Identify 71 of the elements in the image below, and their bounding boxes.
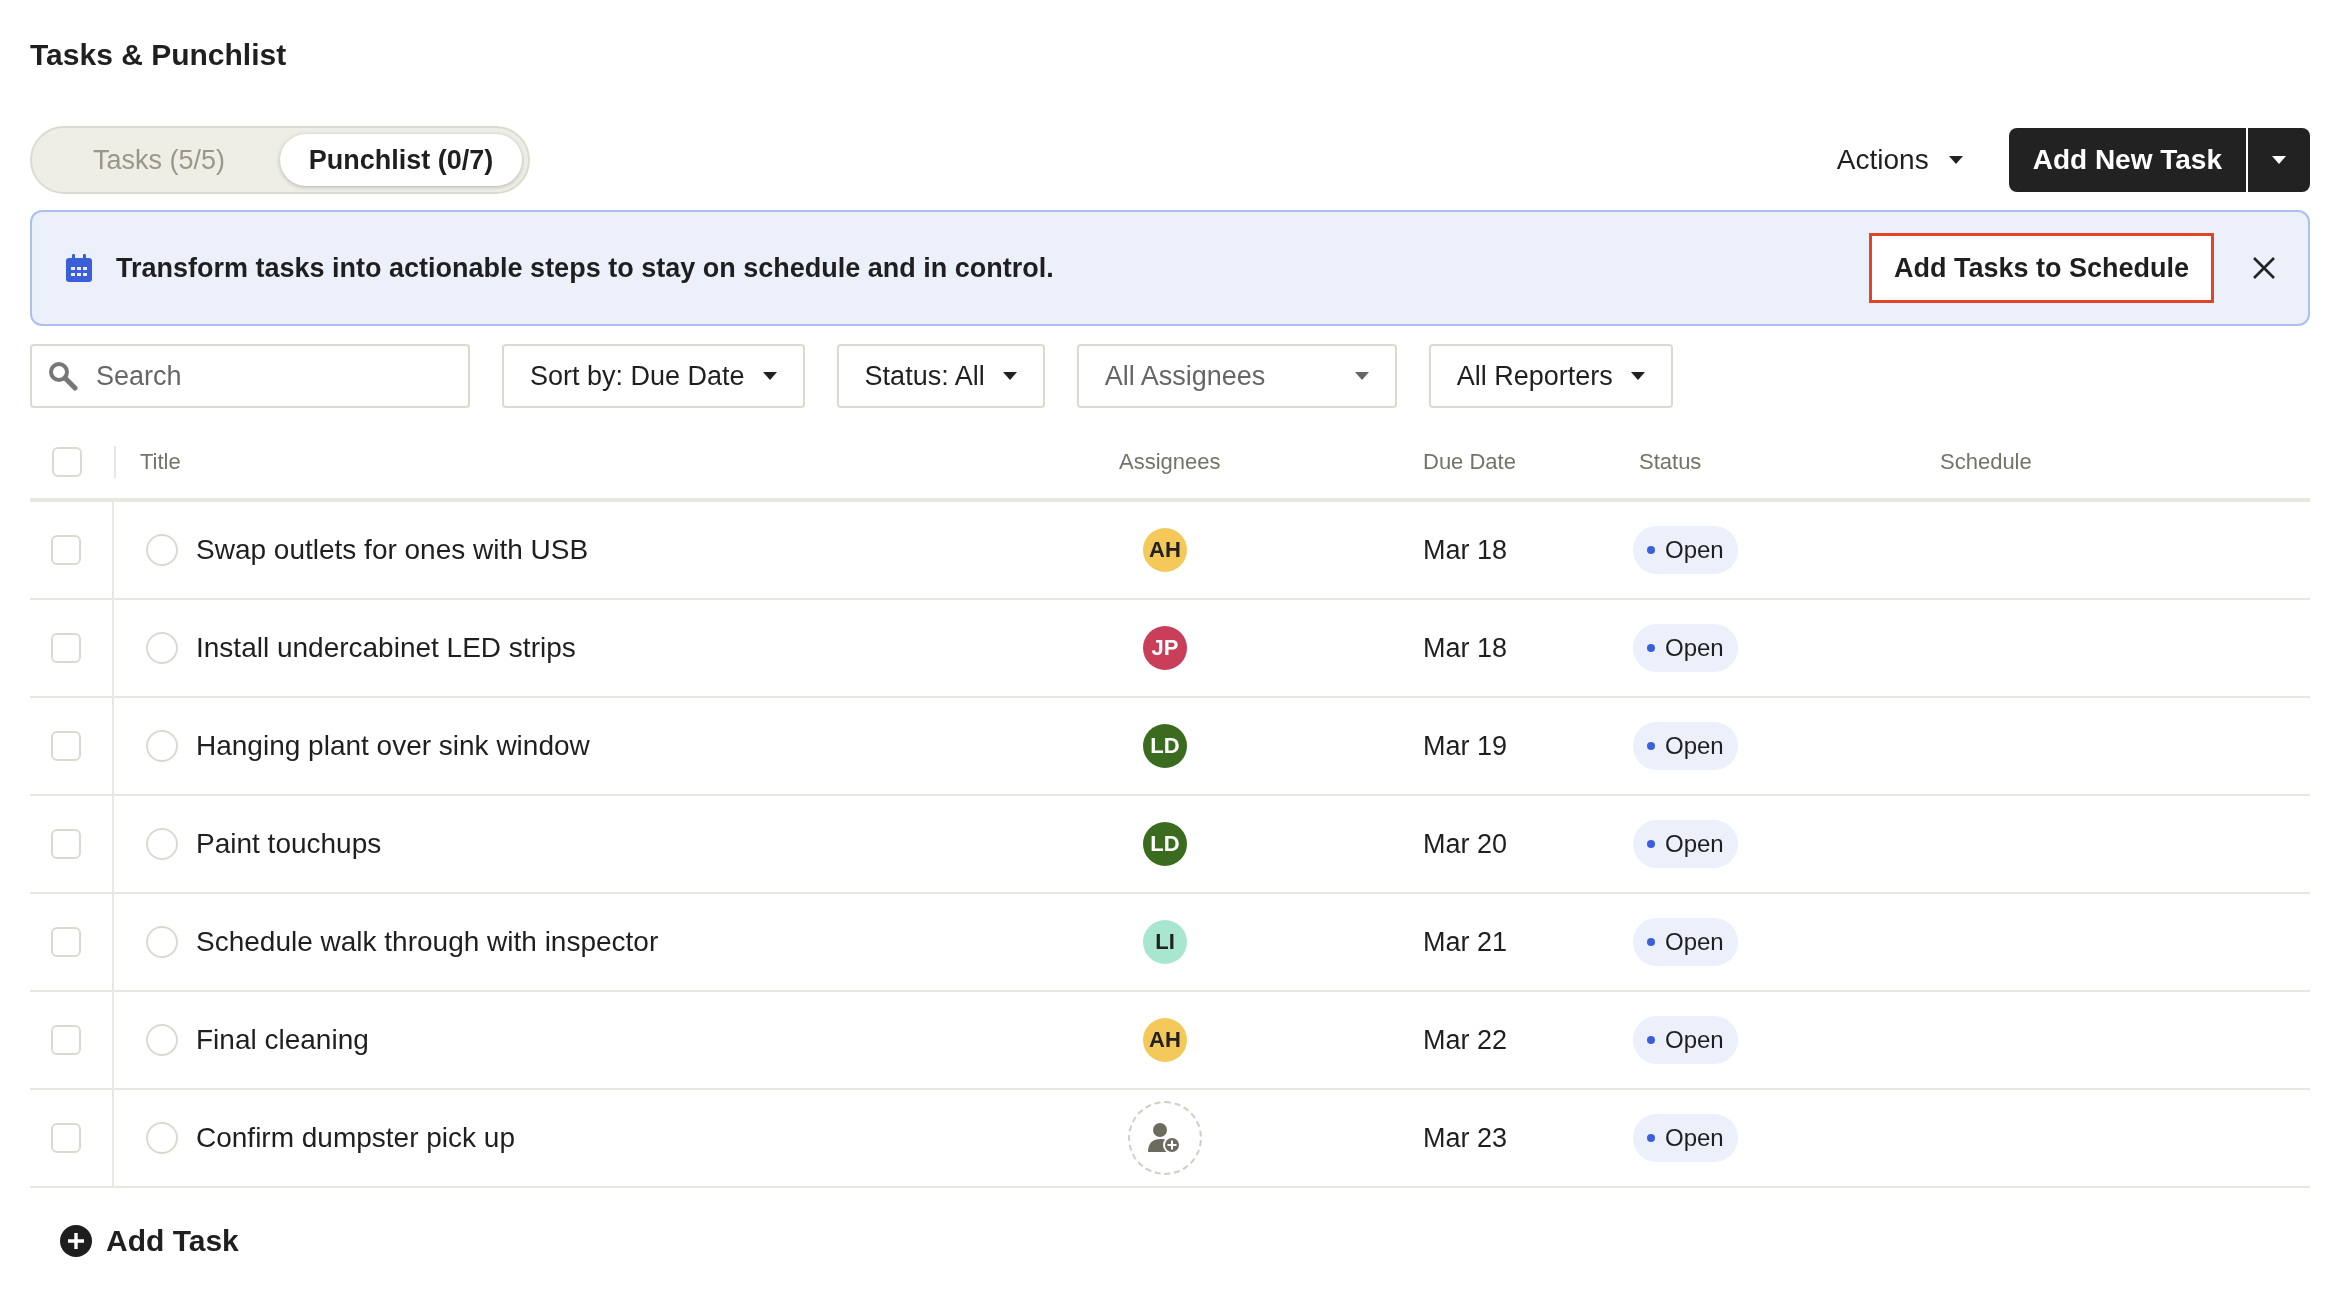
status-badge: Open	[1633, 918, 1738, 966]
complete-toggle[interactable]	[146, 534, 178, 566]
task-title: Schedule walk through with inspector	[196, 926, 659, 958]
column-header: Title	[140, 449, 181, 475]
column-header: Assignees	[1119, 449, 1221, 475]
complete-toggle[interactable]	[146, 730, 178, 762]
complete-toggle[interactable]	[146, 926, 178, 958]
complete-toggle[interactable]	[146, 828, 178, 860]
column-header: Schedule	[1940, 449, 2032, 475]
due-date: Mar 23	[1423, 1122, 1508, 1154]
actions-menu-button[interactable]: Actions	[1836, 136, 1963, 184]
avatar: LD	[1143, 822, 1187, 866]
column-header: Status	[1639, 449, 1702, 475]
tab[interactable]: Punchlist (0/7)	[280, 134, 522, 186]
filter-dropdown[interactable]: Status: All	[836, 344, 1045, 408]
complete-toggle[interactable]	[146, 1122, 178, 1154]
avatar: JP	[1143, 626, 1187, 670]
due-date: Mar 22	[1423, 1024, 1508, 1056]
row-checkbox[interactable]	[51, 1025, 81, 1055]
avatar: AH	[1143, 1018, 1187, 1062]
due-date: Mar 18	[1423, 534, 1508, 566]
task-title: Install undercabinet LED strips	[196, 632, 576, 664]
caret-icon	[1354, 372, 1369, 380]
due-date: Mar 20	[1423, 828, 1508, 860]
status-badge: Open	[1633, 624, 1738, 672]
add-task-button[interactable]: Add Task	[60, 1224, 239, 1258]
row-checkbox[interactable]	[51, 1123, 81, 1153]
add-assignee-button[interactable]	[1128, 1101, 1202, 1175]
banner-message: Transform tasks into actionable steps to stay on schedule and in control.	[116, 252, 1055, 284]
calendar-icon	[66, 254, 92, 282]
task-title: Final cleaning	[196, 1024, 369, 1056]
complete-toggle[interactable]	[146, 632, 178, 664]
task-title: Confirm dumpster pick up	[196, 1122, 515, 1154]
filter-dropdown[interactable]: All Assignees	[1076, 344, 1397, 408]
row-checkbox[interactable]	[51, 829, 81, 859]
page-title: Tasks & Punchlist	[30, 38, 288, 73]
task-title: Paint touchups	[196, 828, 382, 860]
status-badge: Open	[1633, 1016, 1738, 1064]
select-all-checkbox[interactable]	[52, 447, 82, 477]
row-checkbox[interactable]	[51, 535, 81, 565]
plus-icon	[60, 1225, 92, 1257]
filter-dropdown[interactable]: All Reporters	[1428, 344, 1673, 408]
search-icon	[48, 361, 78, 391]
caret-icon	[1002, 372, 1017, 380]
due-date: Mar 19	[1423, 730, 1508, 762]
complete-toggle[interactable]	[146, 1024, 178, 1056]
avatar: LD	[1143, 724, 1187, 768]
status-badge: Open	[1633, 526, 1738, 574]
task-title: Hanging plant over sink window	[196, 730, 590, 762]
due-date: Mar 18	[1423, 632, 1508, 664]
caret-icon	[1630, 372, 1645, 380]
status-badge: Open	[1633, 820, 1738, 868]
due-date: Mar 21	[1423, 926, 1508, 958]
add-tasks-to-schedule-button[interactable]: Add Tasks to Schedule	[1868, 233, 2214, 303]
add-new-task-button[interactable]: Add New Task	[2008, 128, 2246, 192]
row-checkbox[interactable]	[51, 633, 81, 663]
caret-icon	[762, 372, 777, 380]
filter-dropdown[interactable]: Sort by: Due Date	[502, 344, 805, 408]
status-badge: Open	[1633, 722, 1738, 770]
column-header: Due Date	[1423, 449, 1516, 475]
caret-icon	[2272, 156, 2286, 164]
caret-icon	[1948, 156, 1963, 164]
row-checkbox[interactable]	[51, 731, 81, 761]
row-checkbox[interactable]	[51, 927, 81, 957]
add-person-icon	[1148, 1122, 1182, 1154]
dropdown-button[interactable]	[2246, 128, 2310, 192]
task-title: Swap outlets for ones with USB	[196, 534, 589, 566]
search-field[interactable]: Search	[30, 344, 470, 408]
avatar: AH	[1143, 528, 1187, 572]
avatar: LI	[1143, 920, 1187, 964]
status-badge: Open	[1633, 1114, 1738, 1162]
